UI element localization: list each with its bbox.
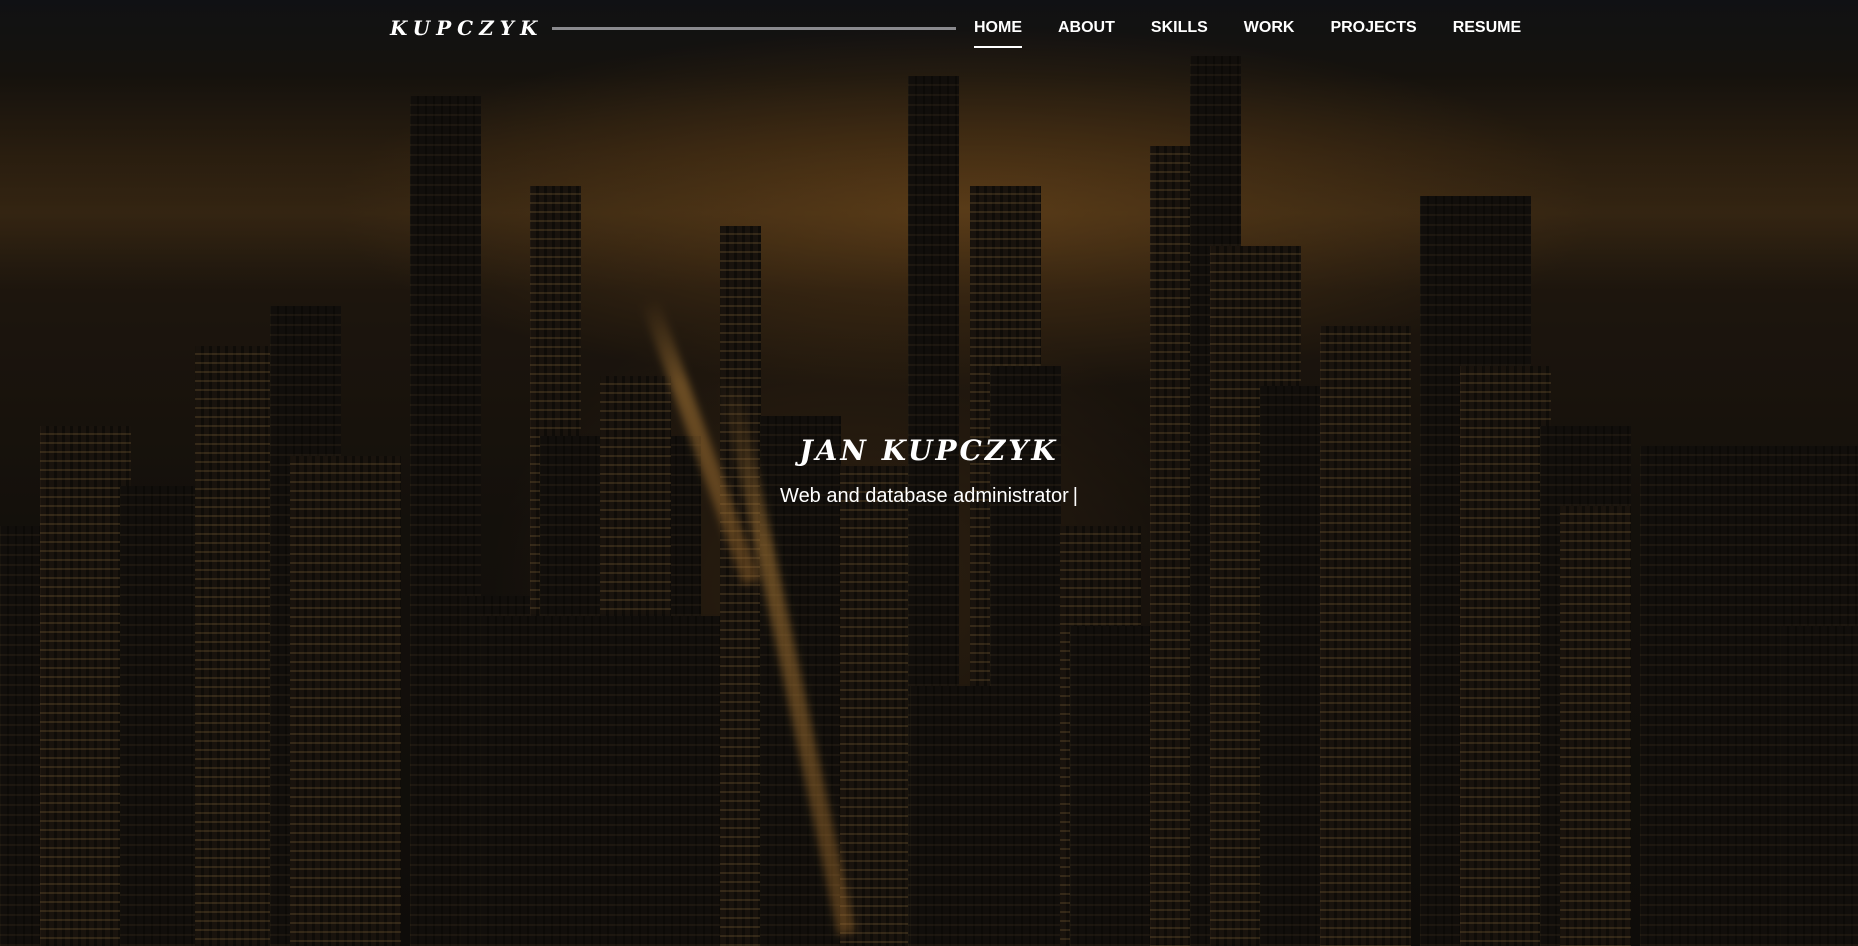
site-logo[interactable]: KUPCZYK xyxy=(390,16,543,40)
typing-cursor: | xyxy=(1072,485,1078,507)
hero-section: KUPCZYK HOME ABOUT SKILLS WORK PROJECTS … xyxy=(0,0,1858,946)
nav-item-projects[interactable]: PROJECTS xyxy=(1330,19,1416,37)
hero-subtitle: Web and database administrator xyxy=(780,485,1069,507)
nav-item-home[interactable]: HOME xyxy=(974,19,1022,48)
nav-item-skills[interactable]: SKILLS xyxy=(1151,19,1208,37)
top-navigation: KUPCZYK HOME ABOUT SKILLS WORK PROJECTS … xyxy=(0,0,1858,58)
hero-text-block: JAN KUPCZYK Web and database administrat… xyxy=(0,434,1858,508)
nav-item-resume[interactable]: RESUME xyxy=(1453,19,1521,37)
nav-menu: HOME ABOUT SKILLS WORK PROJECTS RESUME xyxy=(974,19,1557,48)
hero-name: JAN KUPCZYK xyxy=(799,434,1059,467)
logo-divider-line xyxy=(552,27,956,30)
nav-item-work[interactable]: WORK xyxy=(1244,19,1295,37)
nav-item-about[interactable]: ABOUT xyxy=(1058,19,1115,37)
